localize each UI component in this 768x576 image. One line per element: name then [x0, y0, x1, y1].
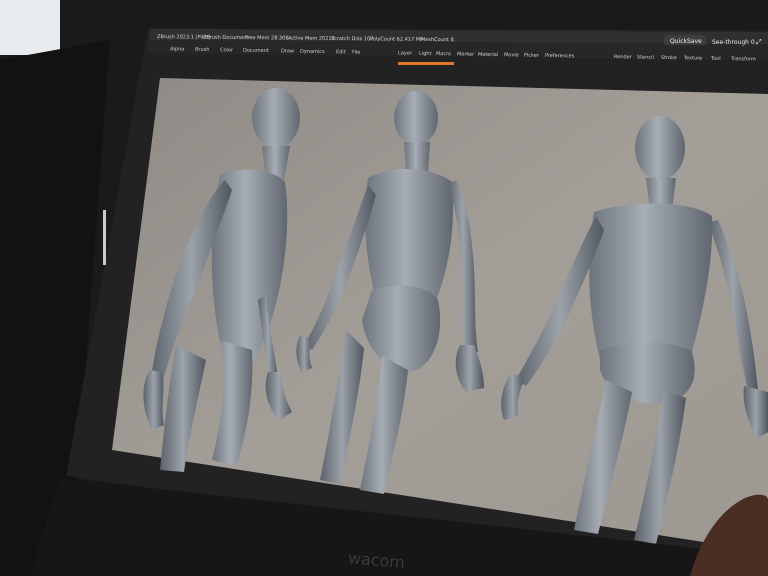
menu-item[interactable]: Alpha [170, 46, 184, 52]
quicksave-label: QuickSave [670, 38, 702, 45]
title-segment: Free Mem 28.308 [245, 35, 289, 41]
menu-item[interactable]: Light [419, 51, 432, 57]
menu-item[interactable]: Preferences [545, 53, 575, 60]
active-tab-marker [398, 62, 454, 65]
menu-item[interactable]: Brush [195, 47, 210, 53]
menu-item[interactable]: Movie [504, 52, 519, 58]
title-segment: Active Mem 20217 [288, 35, 335, 41]
menu-item[interactable]: Stencil [637, 54, 654, 60]
see-through-label[interactable]: See-through 0 [712, 39, 755, 46]
photo-scene: ZBrush 2023.1 [Pilot] ZBrush Document Fr… [0, 0, 768, 576]
side-slider[interactable] [103, 210, 106, 265]
menu-item[interactable]: Stroke [661, 55, 677, 61]
menu-item[interactable]: Texture [683, 55, 702, 61]
title-segment: PolyCount 62.417 MP [370, 36, 423, 43]
left-window-glow [0, 0, 60, 55]
menu-item[interactable]: Picker [524, 53, 540, 59]
menu-item[interactable]: Document [243, 48, 269, 54]
menu-item[interactable]: Layer [398, 50, 413, 56]
menu-item[interactable]: Color [220, 47, 234, 53]
menu-item[interactable]: Material [478, 52, 498, 58]
menu-item[interactable]: Macro [436, 51, 451, 57]
menu-item[interactable]: Render [614, 54, 633, 60]
fullscreen-icon[interactable]: ⤢ [756, 38, 762, 46]
menu-item[interactable]: Dynamics [300, 49, 325, 55]
menu-item[interactable]: Draw [281, 48, 294, 54]
menu-item[interactable]: Tool [710, 56, 721, 62]
menu-item[interactable]: Marker [457, 51, 475, 57]
menu-item[interactable]: Edit [336, 49, 346, 55]
title-segment: ZBrush Document [203, 35, 248, 41]
menu-item[interactable]: File [352, 50, 360, 56]
title-segment: Scratch Disk 107 [331, 36, 373, 42]
menu-item[interactable]: Transform [730, 56, 756, 62]
title-segment: MeshCount 8 [421, 37, 454, 43]
